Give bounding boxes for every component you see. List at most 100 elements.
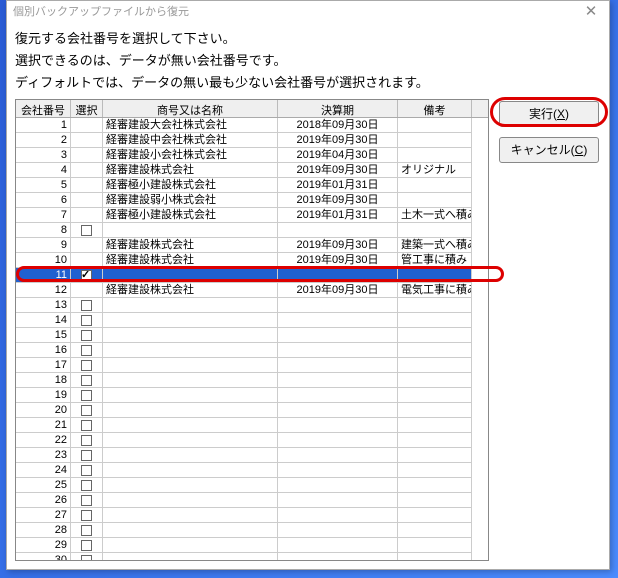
table-row[interactable]: 28 — [16, 523, 488, 538]
cell-select[interactable] — [71, 463, 103, 478]
cell-select[interactable] — [71, 238, 103, 253]
row-checkbox[interactable] — [81, 510, 92, 521]
col-header-select[interactable]: 選択 — [71, 100, 103, 117]
table-row[interactable]: 16 — [16, 343, 488, 358]
row-checkbox[interactable] — [81, 480, 92, 491]
cell-select[interactable] — [71, 148, 103, 163]
row-checkbox[interactable] — [81, 270, 92, 281]
cell-remarks — [398, 508, 472, 523]
row-checkbox[interactable] — [81, 465, 92, 476]
table-row[interactable]: 15 — [16, 328, 488, 343]
table-row[interactable]: 17 — [16, 358, 488, 373]
cell-select[interactable] — [71, 133, 103, 148]
cell-period: 2019年09月30日 — [278, 253, 398, 268]
cell-select[interactable] — [71, 163, 103, 178]
row-checkbox[interactable] — [81, 360, 92, 371]
row-checkbox[interactable] — [81, 390, 92, 401]
table-row[interactable]: 12経審建設株式会社2019年09月30日電気工事に積み — [16, 283, 488, 298]
cell-select[interactable] — [71, 178, 103, 193]
row-checkbox[interactable] — [81, 315, 92, 326]
cell-select[interactable] — [71, 553, 103, 560]
table-row[interactable]: 19 — [16, 388, 488, 403]
col-header-name[interactable]: 商号又は名称 — [103, 100, 278, 117]
row-checkbox[interactable] — [81, 405, 92, 416]
table-row[interactable]: 24 — [16, 463, 488, 478]
cell-select[interactable] — [71, 193, 103, 208]
cell-select[interactable] — [71, 403, 103, 418]
table-row[interactable]: 5経審極小建設株式会社2019年01月31日 — [16, 178, 488, 193]
cell-select[interactable] — [71, 268, 103, 283]
cell-select[interactable] — [71, 313, 103, 328]
col-header-id[interactable]: 会社番号 — [16, 100, 71, 117]
table-row[interactable]: 25 — [16, 478, 488, 493]
row-checkbox[interactable] — [81, 555, 92, 561]
cell-id: 24 — [16, 463, 71, 478]
row-checkbox[interactable] — [81, 330, 92, 341]
col-header-period[interactable]: 決算期 — [278, 100, 398, 117]
cell-select[interactable] — [71, 433, 103, 448]
cell-remarks — [398, 358, 472, 373]
table-row[interactable]: 13 — [16, 298, 488, 313]
cell-select[interactable] — [71, 448, 103, 463]
table-row[interactable]: 22 — [16, 433, 488, 448]
table-row[interactable]: 26 — [16, 493, 488, 508]
table-row[interactable]: 3経審建設小会社株式会社2019年04月30日 — [16, 148, 488, 163]
cell-select[interactable] — [71, 328, 103, 343]
table-row[interactable]: 29 — [16, 538, 488, 553]
row-checkbox[interactable] — [81, 345, 92, 356]
close-button[interactable]: ✕ — [575, 2, 607, 20]
cell-select[interactable] — [71, 418, 103, 433]
cell-select[interactable] — [71, 493, 103, 508]
cell-id: 6 — [16, 193, 71, 208]
row-checkbox[interactable] — [81, 540, 92, 551]
table-row[interactable]: 10経審建設株式会社2019年09月30日管工事に積み — [16, 253, 488, 268]
description: 復元する会社番号を選択して下さい。 選択できるのは、データが無い会社番号です。 … — [15, 28, 601, 91]
cancel-button[interactable]: キャンセル(C) — [499, 137, 599, 163]
cell-select[interactable] — [71, 223, 103, 238]
row-checkbox[interactable] — [81, 375, 92, 386]
cell-select[interactable] — [71, 298, 103, 313]
table-row[interactable]: 2経審建設中会社株式会社2019年09月30日 — [16, 133, 488, 148]
cell-select[interactable] — [71, 208, 103, 223]
company-grid[interactable]: 会社番号 選択 商号又は名称 決算期 備考 1経審建設大会社株式会社2018年0… — [15, 99, 489, 561]
table-row[interactable]: 11 — [16, 268, 488, 283]
cell-select[interactable] — [71, 478, 103, 493]
cell-select[interactable] — [71, 508, 103, 523]
cell-remarks: 土木一式へ積み — [398, 208, 472, 223]
cell-select[interactable] — [71, 538, 103, 553]
table-row[interactable]: 4経審建設株式会社2019年09月30日オリジナル — [16, 163, 488, 178]
table-row[interactable]: 23 — [16, 448, 488, 463]
cell-id: 25 — [16, 478, 71, 493]
cell-select[interactable] — [71, 253, 103, 268]
table-row[interactable]: 7経審極小建設株式会社2019年01月31日土木一式へ積み — [16, 208, 488, 223]
cell-select[interactable] — [71, 118, 103, 133]
table-row[interactable]: 1経審建設大会社株式会社2018年09月30日 — [16, 118, 488, 133]
table-row[interactable]: 9経審建設株式会社2019年09月30日建築一式へ積み — [16, 238, 488, 253]
table-row[interactable]: 14 — [16, 313, 488, 328]
row-checkbox[interactable] — [81, 225, 92, 236]
table-row[interactable]: 20 — [16, 403, 488, 418]
table-row[interactable]: 18 — [16, 373, 488, 388]
cell-select[interactable] — [71, 523, 103, 538]
grid-body[interactable]: 1経審建設大会社株式会社2018年09月30日2経審建設中会社株式会社2019年… — [16, 118, 488, 560]
col-header-remarks[interactable]: 備考 — [398, 100, 472, 117]
row-checkbox[interactable] — [81, 495, 92, 506]
row-checkbox[interactable] — [81, 525, 92, 536]
table-row[interactable]: 8 — [16, 223, 488, 238]
cell-select[interactable] — [71, 358, 103, 373]
table-row[interactable]: 21 — [16, 418, 488, 433]
cell-name — [103, 523, 278, 538]
row-checkbox[interactable] — [81, 450, 92, 461]
execute-button[interactable]: 実行(X) — [499, 101, 599, 127]
table-row[interactable]: 27 — [16, 508, 488, 523]
row-checkbox[interactable] — [81, 435, 92, 446]
cell-select[interactable] — [71, 283, 103, 298]
cell-select[interactable] — [71, 343, 103, 358]
row-checkbox[interactable] — [81, 420, 92, 431]
cell-select[interactable] — [71, 388, 103, 403]
cell-name — [103, 298, 278, 313]
cell-select[interactable] — [71, 373, 103, 388]
table-row[interactable]: 30 — [16, 553, 488, 560]
table-row[interactable]: 6経審建設弱小株式会社2019年09月30日 — [16, 193, 488, 208]
row-checkbox[interactable] — [81, 300, 92, 311]
